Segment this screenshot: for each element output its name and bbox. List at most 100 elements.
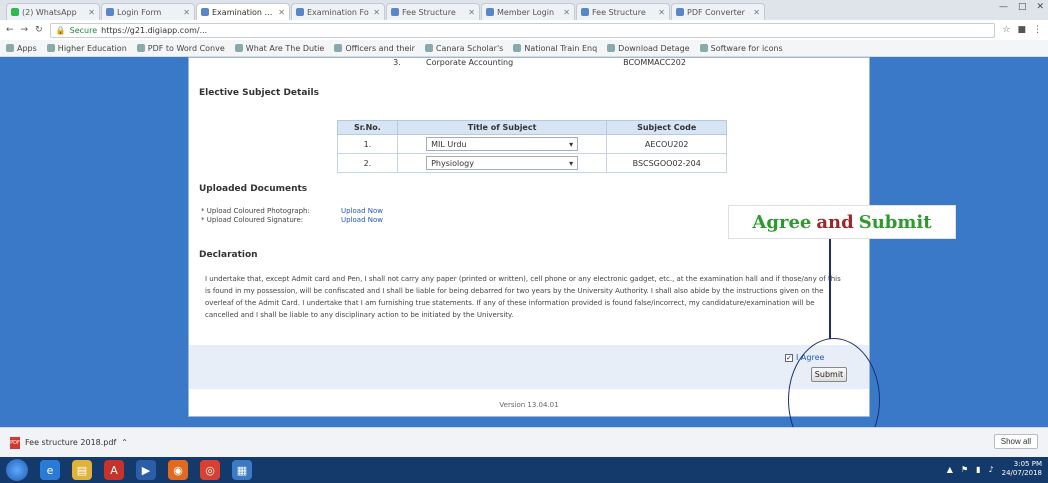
lock-icon: 🔒 <box>55 25 66 35</box>
url-input[interactable]: 🔒 Secure https://g21.digiapp.com/... <box>49 22 996 38</box>
bookmark-item[interactable]: PDF to Word Conve <box>136 43 225 53</box>
browser-tab[interactable]: Fee Structure ✕ <box>386 3 480 20</box>
browser-tab[interactable]: (2) WhatsApp ✕ <box>6 3 100 20</box>
bookmark-label: Officers and their <box>345 43 415 53</box>
browser-tab[interactable]: Examination For ✕ <box>196 3 290 20</box>
core-subject-row: 3. Corporate Accounting BCOMMACC202 <box>374 58 709 72</box>
back-icon[interactable]: ← <box>6 25 14 35</box>
menu-icon[interactable]: ⋮ <box>1033 25 1042 35</box>
chevron-down-icon: ▾ <box>569 158 574 168</box>
tab-favicon-icon <box>581 8 589 16</box>
bookmark-icon <box>513 44 522 52</box>
annotation-pointer-line <box>829 239 831 339</box>
browser-tab[interactable]: Examination Fo ✕ <box>291 3 385 20</box>
bookmark-item[interactable]: Apps <box>6 44 37 53</box>
declaration-text: I undertake that, except Admit card and … <box>205 275 841 319</box>
bookmark-label: Download Detage <box>618 43 690 53</box>
tab-close-icon[interactable]: ✕ <box>373 8 380 17</box>
tab-favicon-icon <box>391 8 399 16</box>
internet-explorer-icon[interactable]: e <box>40 460 60 480</box>
os-taskbar: e ▤ A ▶ ◉ ◎ ▦ ▲ ⚑ ▮ ♪ 3:05 PM 24/07/2018 <box>0 457 1048 483</box>
clock-date: 24/07/2018 <box>1001 469 1042 477</box>
firefox-icon[interactable]: ◉ <box>168 460 188 480</box>
upload-photo-link[interactable]: Upload Now <box>341 207 383 215</box>
browser-tab[interactable]: Member Login ✕ <box>481 3 575 20</box>
pdf-file-icon: PDF <box>10 436 20 449</box>
browser-tab[interactable]: PDF Converter ✕ <box>671 3 765 20</box>
tab-close-icon[interactable]: ✕ <box>468 8 475 17</box>
media-player-icon[interactable]: ▶ <box>136 460 156 480</box>
subject-select-value: MIL Urdu <box>431 139 467 149</box>
star-icon[interactable]: ☆ <box>1002 25 1010 35</box>
bookmark-label: PDF to Word Conve <box>147 43 225 53</box>
bookmark-item[interactable]: Officers and their <box>334 44 415 53</box>
browser-tab[interactable]: Fee Structure ✕ <box>576 3 670 20</box>
tab-title: Member Login <box>497 7 555 17</box>
tab-close-icon[interactable]: ✕ <box>278 8 285 17</box>
download-item[interactable]: PDF Fee structure 2018.pdf ⌃ <box>10 436 128 449</box>
header-code: Subject Code <box>606 120 727 135</box>
minimize-icon[interactable]: — <box>999 2 1008 12</box>
bookmarks-bar: Apps Higher Education PDF to Word Conve Wha… <box>0 40 1048 57</box>
subject-select[interactable]: MIL Urdu ▾ <box>426 137 579 151</box>
acrobat-icon[interactable]: A <box>104 460 124 480</box>
flag-icon[interactable]: ⚑ <box>961 465 968 474</box>
core-sr: 3. <box>393 58 401 67</box>
browser-tab[interactable]: Login Form ✕ <box>101 3 195 20</box>
annotation-word-and: and <box>816 211 854 233</box>
tab-close-icon[interactable]: ✕ <box>753 8 760 17</box>
download-shelf: PDF Fee structure 2018.pdf ⌃ Show all <box>0 427 1048 457</box>
tab-close-icon[interactable]: ✕ <box>563 8 570 17</box>
photos-icon[interactable]: ▦ <box>232 460 252 480</box>
row-code: AECOU202 <box>606 134 727 154</box>
chevron-down-icon: ▾ <box>569 139 574 149</box>
tab-title: Examination For <box>212 7 276 17</box>
bookmark-icon <box>334 44 343 52</box>
show-all-button[interactable]: Show all <box>993 434 1038 449</box>
upload-signature-link[interactable]: Upload Now <box>341 216 383 224</box>
version-text: Version 13.04.01 <box>499 401 559 409</box>
system-tray: ▲ ⚑ ▮ ♪ 3:05 PM 24/07/2018 <box>947 460 1042 478</box>
bookmark-item[interactable]: Software for icons <box>699 44 783 53</box>
subject-select-cell: Physiology ▾ <box>396 153 608 173</box>
clock[interactable]: 3:05 PM 24/07/2018 <box>1002 460 1042 478</box>
bookmark-item[interactable]: Canara Scholar's <box>424 43 504 53</box>
bookmark-item[interactable]: Higher Education <box>46 43 127 53</box>
agree-checkbox[interactable]: ✓ <box>785 353 793 362</box>
chevron-up-icon[interactable]: ⌃ <box>121 438 128 447</box>
elective-heading: Elective Subject Details <box>199 88 319 98</box>
tab-close-icon[interactable]: ✕ <box>658 8 665 17</box>
declaration-heading: Declaration <box>199 250 258 260</box>
bookmark-icon <box>136 44 145 52</box>
tab-favicon-icon <box>201 8 209 16</box>
bookmark-icon <box>234 44 243 52</box>
tab-close-icon[interactable]: ✕ <box>183 8 190 17</box>
document-label: * Upload Coloured Signature: <box>201 216 304 224</box>
chrome-icon[interactable]: ◎ <box>200 460 220 480</box>
speaker-icon[interactable]: ♪ <box>989 465 994 474</box>
arrow-up-icon[interactable]: ▲ <box>947 465 953 474</box>
tab-title: PDF Converter <box>687 7 745 17</box>
extension-icon[interactable]: ■ <box>1017 25 1026 35</box>
maximize-icon[interactable]: □ <box>1018 2 1027 12</box>
file-explorer-icon[interactable]: ▤ <box>72 460 92 480</box>
bookmark-label: Canara Scholar's <box>435 43 504 53</box>
bookmark-icon <box>607 44 616 52</box>
tab-close-icon[interactable]: ✕ <box>88 8 95 17</box>
bookmark-item[interactable]: National Train Enq <box>513 44 597 53</box>
page-viewport: 3. Corporate Accounting BCOMMACC202 Elec… <box>0 57 1048 427</box>
start-button-icon[interactable] <box>6 459 28 481</box>
bookmark-item[interactable]: Download Detage <box>607 43 690 53</box>
bookmark-label: Apps <box>17 43 37 53</box>
header-title: Title of Subject <box>396 120 608 135</box>
reload-icon[interactable]: ↻ <box>35 25 43 35</box>
bookmark-item[interactable]: What Are The Dutie <box>234 44 324 53</box>
address-bar: ← → ↻ 🔒 Secure https://g21.digiapp.com/.… <box>0 20 1048 40</box>
tab-favicon-icon <box>296 8 304 16</box>
bookmark-icon <box>699 44 708 52</box>
table-header-row: Sr.No. Title of Subject Subject Code <box>337 120 727 135</box>
bookmark-label: Higher Education <box>57 43 127 53</box>
subject-select[interactable]: Physiology ▾ <box>426 156 579 170</box>
close-icon[interactable]: ✕ <box>1036 2 1044 12</box>
forward-icon[interactable]: → <box>21 25 29 35</box>
